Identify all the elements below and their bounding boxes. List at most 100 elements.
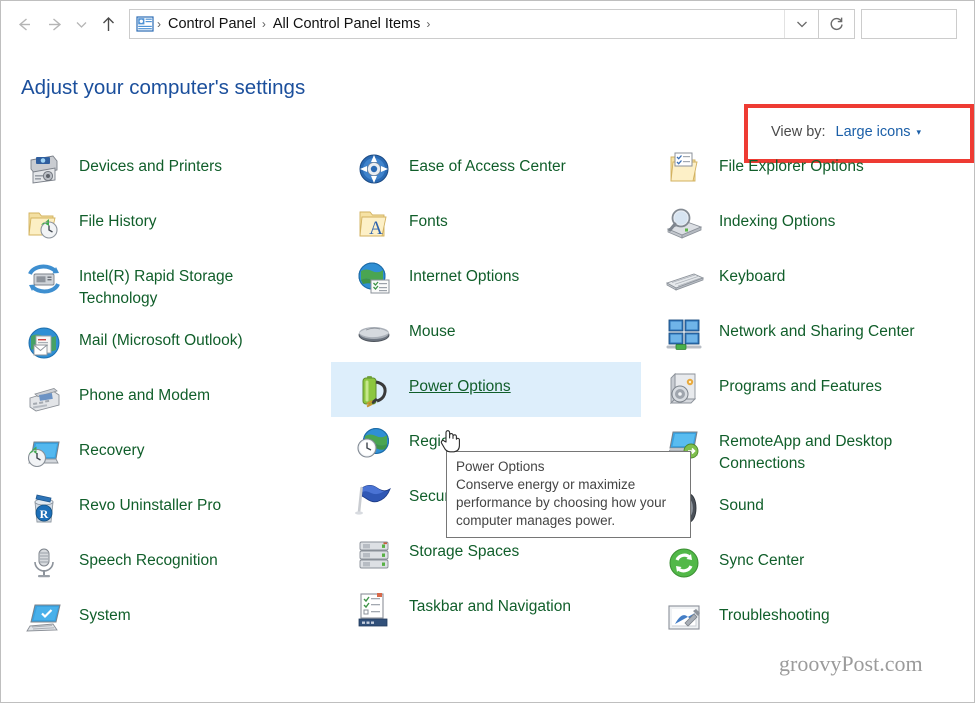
control-panel-item-sound[interactable]: Sound: [641, 481, 975, 536]
search-input[interactable]: [861, 9, 957, 39]
folder-options-icon: [663, 148, 705, 190]
control-panel-item-troubleshooting[interactable]: Troubleshooting: [641, 591, 975, 646]
item-label: RemoteApp and Desktop Connections: [719, 423, 969, 475]
control-panel-item-revo-uninstaller-pro[interactable]: R Revo Uninstaller Pro: [1, 481, 331, 536]
tooltip-title: Power Options: [456, 458, 681, 476]
item-label: Phone and Modem: [79, 377, 210, 407]
item-label: Keyboard: [719, 258, 785, 288]
item-label: Network and Sharing Center: [719, 313, 915, 343]
control-panel-item-indexing-options[interactable]: Indexing Options: [641, 197, 975, 252]
chevron-down-icon: [75, 18, 88, 31]
item-label: Mail (Microsoft Outlook): [79, 322, 243, 352]
magnifier-disk-icon: [663, 203, 705, 245]
tooltip-line-3: computer manages power.: [456, 512, 681, 530]
item-label: Fonts: [409, 203, 448, 233]
control-panel-item-internet-options[interactable]: Internet Options: [331, 252, 641, 307]
printer-icon: [23, 148, 65, 190]
breadcrumb[interactable]: › Control Panel › All Control Panel Item…: [130, 10, 784, 38]
chevron-down-icon: [795, 17, 809, 31]
control-panel-item-remoteapp-and-desktop-connections[interactable]: RemoteApp and Desktop Connections: [641, 417, 975, 481]
control-panel-item-ease-of-access-center[interactable]: Ease of Access Center: [331, 142, 641, 197]
breadcrumb-item-control-panel[interactable]: Control Panel: [163, 16, 261, 32]
item-label: Programs and Features: [719, 368, 882, 398]
taskbar-icon: [353, 588, 395, 630]
item-label: Mouse: [409, 313, 456, 343]
address-dropdown-button[interactable]: [784, 10, 818, 38]
refresh-button[interactable]: [819, 9, 855, 39]
items-column-1: Devices and Printers File History: [1, 142, 331, 646]
up-button[interactable]: [93, 2, 123, 46]
mail-globe-icon: [23, 322, 65, 364]
arrow-right-icon: [45, 15, 64, 34]
items-column-3: File Explorer Options Indexing Options: [641, 142, 975, 646]
item-label: Internet Options: [409, 258, 519, 288]
control-panel-item-system[interactable]: System: [1, 591, 331, 646]
hand-pointer-cursor: [439, 426, 461, 454]
chevron-down-icon[interactable]: ▾: [917, 127, 922, 138]
control-panel-item-file-explorer-options[interactable]: File Explorer Options: [641, 142, 975, 197]
control-panel-item-intel-rapid-storage-technology[interactable]: Intel(R) Rapid Storage Technology: [1, 252, 331, 316]
control-panel-item-speech-recognition[interactable]: Speech Recognition: [1, 536, 331, 591]
control-panel-item-power-options[interactable]: Power Options: [331, 362, 641, 417]
back-button[interactable]: [9, 2, 39, 46]
control-panel-item-file-history[interactable]: File History: [1, 197, 331, 252]
breadcrumb-separator: ›: [156, 17, 163, 31]
control-panel-item-taskbar-and-navigation[interactable]: Taskbar and Navigation: [331, 582, 641, 637]
monitor-clock-icon: [23, 432, 65, 474]
control-panel-item-keyboard[interactable]: Keyboard: [641, 252, 975, 307]
breadcrumb-separator: ›: [261, 17, 268, 31]
page-title: Adjust your computer's settings: [21, 76, 305, 100]
control-panel-item-sync-center[interactable]: Sync Center: [641, 536, 975, 591]
control-panel-item-phone-and-modem[interactable]: Phone and Modem: [1, 371, 331, 426]
arrow-left-icon: [15, 15, 34, 34]
item-label: Taskbar and Navigation: [409, 588, 571, 618]
globe-list-icon: [353, 258, 395, 300]
recent-locations-button[interactable]: [69, 2, 93, 46]
item-label: Sync Center: [719, 542, 804, 572]
breadcrumb-item-all-control-panel-items[interactable]: All Control Panel Items: [268, 16, 425, 32]
control-panel-items-grid: Devices and Printers File History: [1, 142, 975, 702]
control-panel-window: › Control Panel › All Control Panel Item…: [0, 0, 975, 703]
item-label: Power Options: [409, 368, 511, 398]
programs-disc-icon: [663, 368, 705, 410]
network-icon: [663, 313, 705, 355]
header-area: Adjust your computer's settings View by:…: [1, 47, 975, 125]
storage-sync-icon: [23, 258, 65, 300]
svg-text:A: A: [369, 218, 383, 239]
item-label: Indexing Options: [719, 203, 835, 233]
folder-clock-icon: [23, 203, 65, 245]
address-bar[interactable]: › Control Panel › All Control Panel Item…: [129, 9, 819, 39]
control-panel-item-recovery[interactable]: Recovery: [1, 426, 331, 481]
control-panel-item-network-and-sharing-center[interactable]: Network and Sharing Center: [641, 307, 975, 362]
monitor-check-icon: [23, 597, 65, 639]
item-label: Speech Recognition: [79, 542, 218, 572]
control-panel-item-mouse[interactable]: Mouse: [331, 307, 641, 362]
svg-text:R: R: [40, 507, 49, 521]
accessibility-icon: [353, 148, 395, 190]
folder-font-icon: A: [353, 203, 395, 245]
item-label: Intel(R) Rapid Storage Technology: [79, 258, 309, 310]
troubleshoot-icon: [663, 597, 705, 639]
control-panel-item-devices-and-printers[interactable]: Devices and Printers: [1, 142, 331, 197]
refresh-icon: [828, 16, 845, 33]
item-label: Devices and Printers: [79, 148, 222, 178]
arrow-up-icon: [99, 15, 118, 34]
watermark: groovyPost.com: [779, 651, 923, 677]
item-label: File History: [79, 203, 157, 233]
item-label: Ease of Access Center: [409, 148, 566, 178]
view-by-control[interactable]: View by: Large icons ▾: [771, 124, 921, 140]
control-panel-item-mail-microsoft-outlook[interactable]: Mail (Microsoft Outlook): [1, 316, 331, 371]
item-label: Troubleshooting: [719, 597, 830, 627]
control-panel-item-programs-and-features[interactable]: Programs and Features: [641, 362, 975, 417]
tooltip-line-2: performance by choosing how your: [456, 494, 681, 512]
item-label: Revo Uninstaller Pro: [79, 487, 221, 517]
control-panel-item-fonts[interactable]: A Fonts: [331, 197, 641, 252]
revo-uninstaller-icon: R: [23, 487, 65, 529]
item-label: System: [79, 597, 131, 627]
sync-icon: [663, 542, 705, 584]
breadcrumb-separator: ›: [425, 17, 432, 31]
mouse-icon: [353, 313, 395, 355]
tooltip-line-1: Conserve energy or maximize: [456, 476, 681, 494]
forward-button[interactable]: [39, 2, 69, 46]
view-by-value[interactable]: Large icons: [836, 124, 911, 140]
